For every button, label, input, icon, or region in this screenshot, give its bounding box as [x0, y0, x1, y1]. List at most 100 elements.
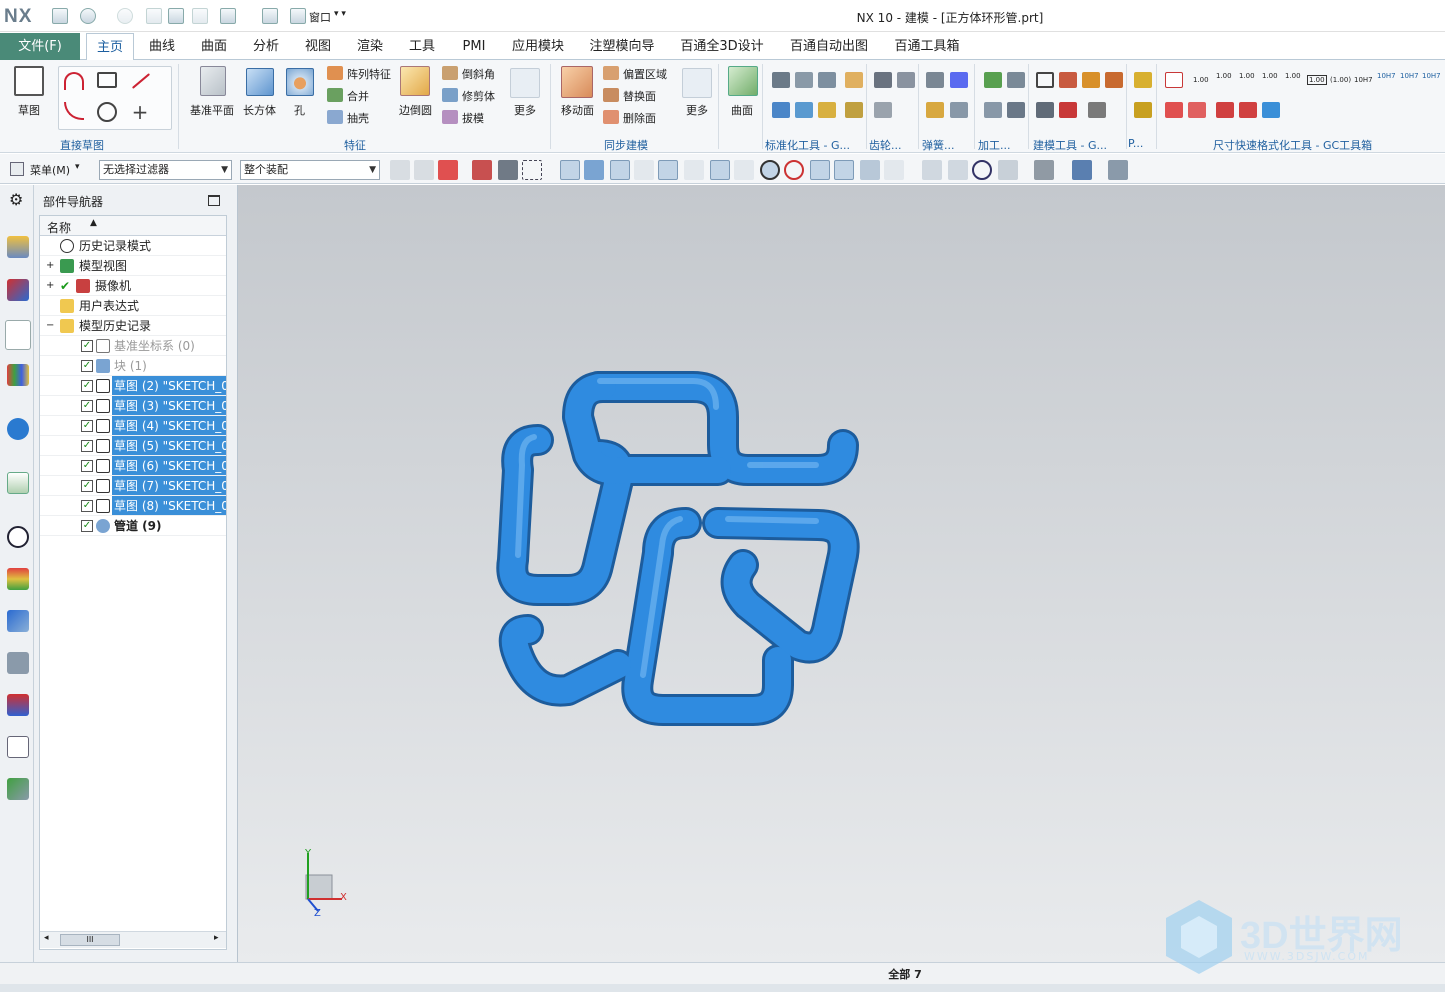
point-on-curve-icon[interactable] [834, 160, 854, 180]
spring-tool-icon[interactable] [950, 72, 968, 88]
spring-tool-icon[interactable] [926, 102, 944, 118]
p-tool-icon[interactable] [1134, 102, 1152, 118]
draft-button[interactable]: 拔模 [462, 110, 484, 126]
save-icon[interactable] [52, 8, 68, 24]
std-tool-icon[interactable] [772, 102, 790, 118]
sketch-icon[interactable] [14, 66, 44, 96]
replace-face-icon[interactable] [603, 88, 619, 102]
pattern-feature-button[interactable]: 阵列特征 [347, 66, 391, 82]
visibility-checkbox[interactable]: ✓ [81, 360, 93, 372]
chamfer-icon[interactable] [442, 66, 458, 80]
palette-icon[interactable] [7, 568, 29, 590]
tree-row[interactable]: ✓ 管道 (9) [40, 516, 226, 536]
modeling-tool-icon[interactable] [1082, 72, 1100, 88]
menu-chevron-icon[interactable]: ▾ [75, 162, 80, 172]
dim-format[interactable]: (1.00) [1330, 76, 1351, 84]
select-tool-icon[interactable] [498, 160, 518, 180]
more-sync-button[interactable]: 更多 [686, 102, 708, 118]
undo-icon[interactable] [80, 8, 96, 24]
tab-home[interactable]: 主页 [86, 33, 134, 60]
shaded-icon[interactable] [1072, 160, 1092, 180]
tree-row[interactable]: ✓ 草图 (6) "SKETCH_00 [40, 456, 226, 476]
zoom-icon[interactable] [948, 160, 968, 180]
intersection-icon[interactable] [710, 160, 730, 180]
window-menu-chevron-icon[interactable]: ▾ ▾ [334, 9, 346, 19]
draft-icon[interactable] [442, 110, 458, 124]
block-icon[interactable] [246, 68, 274, 96]
modeling-tool-icon[interactable] [1105, 72, 1123, 88]
more-features-button[interactable]: 更多 [514, 102, 536, 118]
dim-format[interactable]: 1.00 [1262, 72, 1278, 80]
edge-blend-button[interactable]: 边倒圆 [399, 102, 432, 118]
modeling-tool-icon[interactable] [1059, 102, 1077, 118]
visibility-checkbox[interactable]: ✓ [81, 480, 93, 492]
shell-icon[interactable] [327, 110, 343, 124]
sort-ascending-icon[interactable]: ▲ [90, 218, 97, 228]
gear-tool-icon[interactable] [897, 72, 915, 88]
rectangle-icon[interactable] [97, 72, 117, 88]
machining-tool-icon[interactable] [1007, 72, 1025, 88]
circle-icon[interactable] [97, 102, 117, 122]
mfg-icon[interactable] [7, 778, 29, 800]
machining-tool-icon[interactable] [1007, 102, 1025, 118]
tab-view[interactable]: 视图 [296, 33, 340, 60]
settings-gear-icon[interactable]: ⚙ [9, 190, 23, 209]
dim-tool-icon[interactable] [1188, 102, 1206, 118]
snap-tool-icon[interactable] [414, 160, 434, 180]
reporting-icon[interactable] [7, 736, 29, 758]
tab-render[interactable]: 渲染 [348, 33, 392, 60]
end-point-icon[interactable] [634, 160, 654, 180]
render-style-icon[interactable] [1034, 160, 1054, 180]
tab-curve[interactable]: 曲线 [140, 33, 184, 60]
gear-tool-icon[interactable] [874, 102, 892, 118]
dim-format[interactable]: 1.00 [1285, 72, 1301, 80]
tab-baitong-drawing[interactable]: 百通自动出图 [782, 33, 876, 60]
tab-pmi[interactable]: PMI [452, 33, 496, 60]
move-face-button[interactable]: 移动面 [561, 102, 594, 118]
column-header[interactable]: 名称 ▲ [40, 216, 226, 236]
chamfer-button[interactable]: 倒斜角 [462, 66, 495, 82]
dim-format[interactable]: 1.00 [1216, 72, 1232, 80]
dim-tool-icon[interactable] [1239, 102, 1257, 118]
info-icon[interactable] [7, 418, 29, 440]
tree-row[interactable]: ✓ 草图 (5) "SKETCH_00 [40, 436, 226, 456]
select-tool-icon[interactable] [472, 160, 492, 180]
tree-row[interactable]: ✓ 草图 (7) "SKETCH_00 [40, 476, 226, 496]
tab-surface[interactable]: 曲面 [192, 33, 236, 60]
unite-button[interactable]: 合并 [347, 88, 369, 104]
move-face-icon[interactable] [561, 66, 593, 98]
std-tool-icon[interactable] [818, 102, 836, 118]
dim-format[interactable]: 10H7 [1377, 72, 1396, 80]
tree-row[interactable]: ✓ 块 (1) [40, 356, 226, 376]
tree-row[interactable]: + ✔ 摄像机 [40, 276, 226, 296]
body-select-icon[interactable] [584, 160, 604, 180]
sketch-button[interactable]: 草图 [18, 102, 40, 118]
web-browser-icon[interactable] [7, 472, 29, 494]
unite-icon[interactable] [327, 88, 343, 102]
visibility-checkbox[interactable]: ✓ [81, 400, 93, 412]
maximize-icon[interactable] [208, 195, 220, 206]
selection-filter-select[interactable]: 无选择过滤器 ▼ [99, 160, 232, 180]
delete-face-button[interactable]: 删除面 [623, 110, 656, 126]
visibility-checkbox[interactable]: ✓ [81, 340, 93, 352]
tree-row[interactable]: − 模型历史记录 [40, 316, 226, 336]
surface-button[interactable]: 曲面 [731, 102, 753, 118]
expand-icon[interactable]: + [46, 256, 54, 275]
tree-row[interactable]: ✓ 草图 (4) "SKETCH_00 [40, 416, 226, 436]
existing-point-icon[interactable] [810, 160, 830, 180]
std-tool-icon[interactable] [795, 102, 813, 118]
tab-tools[interactable]: 工具 [400, 33, 444, 60]
delete-face-icon[interactable] [603, 110, 619, 124]
constraint-navigator-icon[interactable] [7, 279, 29, 301]
std-tool-icon[interactable] [845, 102, 863, 118]
modeling-tool-icon[interactable] [1059, 72, 1077, 88]
tree-row[interactable]: 用户表达式 [40, 296, 226, 316]
visibility-checkbox[interactable]: ✓ [81, 440, 93, 452]
collapse-icon[interactable]: − [46, 316, 54, 335]
std-tool-icon[interactable] [772, 72, 790, 88]
tube-cube-model[interactable] [238, 185, 1445, 962]
block-button[interactable]: 长方体 [243, 102, 276, 118]
snap-tool-icon[interactable] [390, 160, 410, 180]
mid-point-icon[interactable] [658, 160, 678, 180]
menu-button[interactable]: 菜单(M) [30, 162, 70, 178]
